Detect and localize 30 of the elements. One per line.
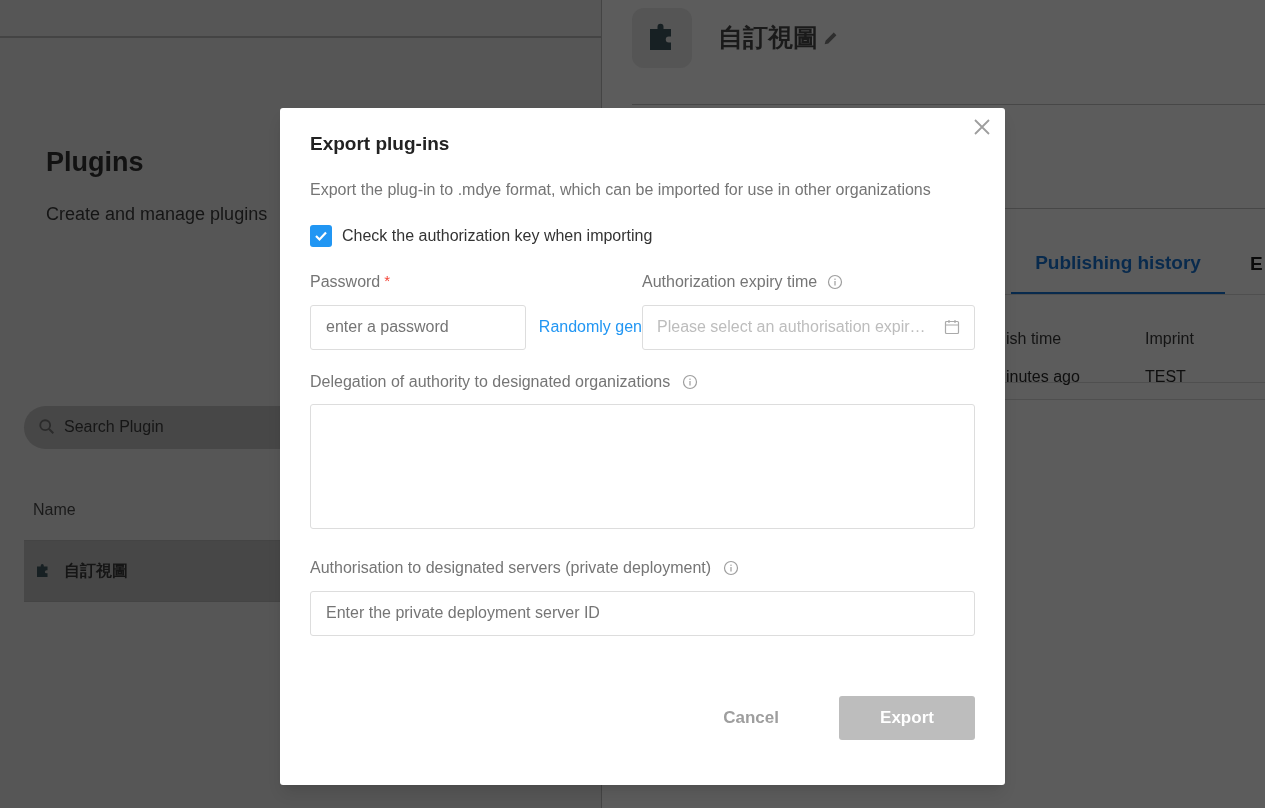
info-icon (827, 273, 844, 290)
generate-link[interactable]: Randomly gen (538, 315, 642, 339)
plugin-title: 自訂視圖 (718, 22, 818, 54)
field-label: Authorisation to designated servers (private deployment) (310, 557, 712, 578)
field-label: Password (310, 271, 381, 292)
checkbox-label: Check the authorization key when importing (342, 225, 653, 246)
column-header: Imprint (1145, 328, 1194, 349)
column-header: ish time (1006, 328, 1063, 349)
dialog-title: Export plug-ins (310, 132, 450, 156)
cancel-button[interactable]: Cancel (693, 695, 809, 740)
table-cell-text: inutes ago (1006, 367, 1081, 387)
info-icon (682, 373, 699, 390)
tab[interactable]: E (1250, 234, 1263, 294)
calendar-icon (944, 319, 960, 335)
dialog-description: Export the plug-in to .mdye format, which can be imported for use in other organizations (310, 179, 932, 200)
table-cell-text: TEST (1145, 367, 1186, 387)
field-label: Authorization expiry time (642, 271, 818, 292)
search-icon (38, 418, 56, 436)
page-title: Plugins (46, 146, 144, 179)
server-id-field[interactable]: Enter the private deployment server ID (310, 590, 975, 636)
tab[interactable]: Publishing history (1011, 234, 1225, 294)
info-icon (723, 559, 740, 576)
field-label: Delegation of authority to designated organizations (310, 371, 671, 392)
password-field[interactable]: enter a password (310, 304, 526, 350)
column-header: Name (33, 500, 76, 520)
page-subtitle: Create and manage plugins (46, 202, 268, 226)
organizations-field[interactable] (310, 403, 975, 529)
checkbox[interactable] (310, 224, 332, 247)
date-field[interactable]: Please select an authorisation expir… (642, 304, 975, 350)
required-mark: * (384, 271, 391, 292)
